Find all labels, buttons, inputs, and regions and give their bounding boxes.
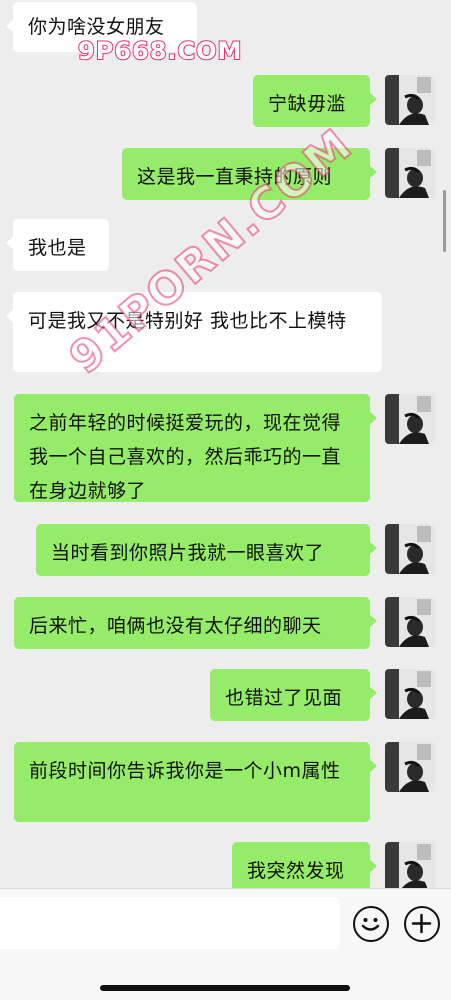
avatar[interactable]	[385, 75, 435, 125]
avatar[interactable]	[385, 669, 435, 719]
message-bubble-outgoing[interactable]: 宁缺毋滥	[253, 75, 377, 127]
avatar[interactable]	[385, 524, 435, 574]
input-bar	[0, 888, 451, 1000]
message-bubble-outgoing[interactable]: 我突然发现	[232, 842, 377, 888]
avatar[interactable]	[385, 742, 435, 792]
chat-area[interactable]: 你为啥没女朋友 宁缺毋滥 这是我一直秉持的原则 我也是 可是我又不是特别好 我也…	[0, 0, 451, 888]
avatar[interactable]	[385, 597, 435, 647]
scrollbar[interactable]	[443, 190, 446, 252]
message-bubble-outgoing[interactable]: 也错过了见面	[210, 669, 377, 721]
message-input[interactable]	[0, 897, 340, 949]
message-bubble-outgoing[interactable]: 之前年轻的时候挺爱玩的，现在觉得我一个自己喜欢的，然后乖巧的一直在身边就够了	[14, 394, 377, 502]
smiley-face-icon[interactable]	[353, 906, 389, 942]
plus-circle-icon[interactable]	[404, 906, 440, 942]
message-bubble-incoming[interactable]: 可是我又不是特别好 我也比不上模特	[6, 292, 382, 372]
message-bubble-outgoing[interactable]: 当时看到你照片我就一眼喜欢了	[36, 524, 377, 576]
avatar[interactable]	[385, 842, 435, 888]
message-bubble-outgoing[interactable]: 前段时间你告诉我你是一个小m属性	[14, 742, 377, 822]
avatar[interactable]	[385, 394, 435, 444]
avatar[interactable]	[385, 148, 435, 198]
message-bubble-incoming[interactable]: 我也是	[6, 219, 109, 271]
message-bubble-outgoing[interactable]: 后来忙，咱俩也没有太仔细的聊天	[14, 597, 377, 649]
watermark-logo: 9P668.COM	[77, 36, 243, 66]
home-indicator[interactable]	[100, 985, 350, 991]
